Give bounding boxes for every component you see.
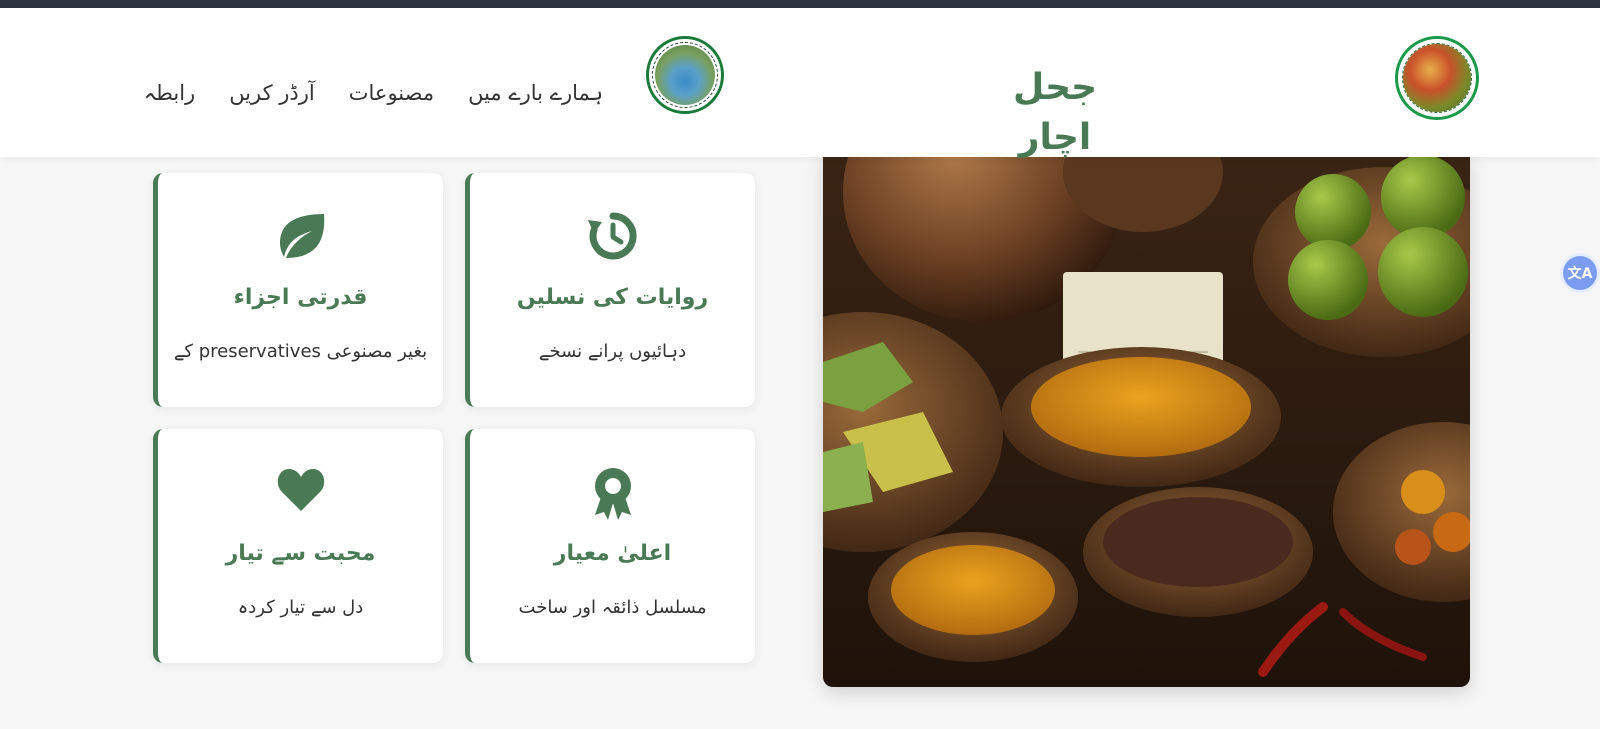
feature-desc: مسلسل ذائقہ اور ساخت bbox=[518, 597, 707, 618]
history-icon bbox=[470, 211, 755, 269]
feature-card-tradition: روایات کی نسلیں دہائیوں پرانے نسخے bbox=[465, 173, 755, 407]
nav-products[interactable]: مصنوعات bbox=[349, 78, 434, 108]
feature-title: روایات کی نسلیں bbox=[516, 285, 709, 310]
feature-title: اعلیٰ معیار bbox=[553, 541, 672, 566]
spices-photo bbox=[823, 152, 1470, 687]
feature-title: محبت سے تیار bbox=[225, 541, 376, 566]
nav-about[interactable]: ہمارے بارے میں bbox=[468, 78, 603, 108]
leaf-icon bbox=[158, 211, 443, 269]
feature-card-quality: اعلیٰ معیار مسلسل ذائقہ اور ساخت bbox=[465, 429, 755, 663]
feature-card-natural: قدرتی اجزاء بغیر مصنوعی preservatives کے bbox=[153, 173, 443, 407]
main-nav: ہمارے بارے میں مصنوعات آرڈر کریں رابطہ bbox=[144, 78, 603, 108]
heart-icon bbox=[158, 467, 443, 525]
top-bar bbox=[0, 0, 1600, 8]
secondary-logo bbox=[646, 36, 724, 114]
feature-title: قدرتی اجزاء bbox=[233, 285, 368, 310]
site-title: جحل اچار bbox=[1012, 67, 1098, 158]
site-header: جحل اچار ہمارے بارے میں مصنوعات آرڈر کری… bbox=[0, 8, 1600, 158]
award-icon bbox=[470, 467, 755, 525]
feature-desc: دہائیوں پرانے نسخے bbox=[538, 341, 687, 362]
feature-desc: دل سے تیار کردہ bbox=[237, 597, 364, 618]
brand-logo[interactable] bbox=[1395, 36, 1479, 120]
feature-card-love: محبت سے تیار دل سے تیار کردہ bbox=[153, 429, 443, 663]
feature-desc: بغیر مصنوعی preservatives کے bbox=[173, 341, 428, 362]
translate-icon[interactable]: 文A bbox=[1563, 256, 1597, 290]
nav-order[interactable]: آرڈر کریں bbox=[229, 78, 315, 108]
nav-contact[interactable]: رابطہ bbox=[144, 78, 195, 108]
hero-spices-image bbox=[823, 152, 1470, 687]
